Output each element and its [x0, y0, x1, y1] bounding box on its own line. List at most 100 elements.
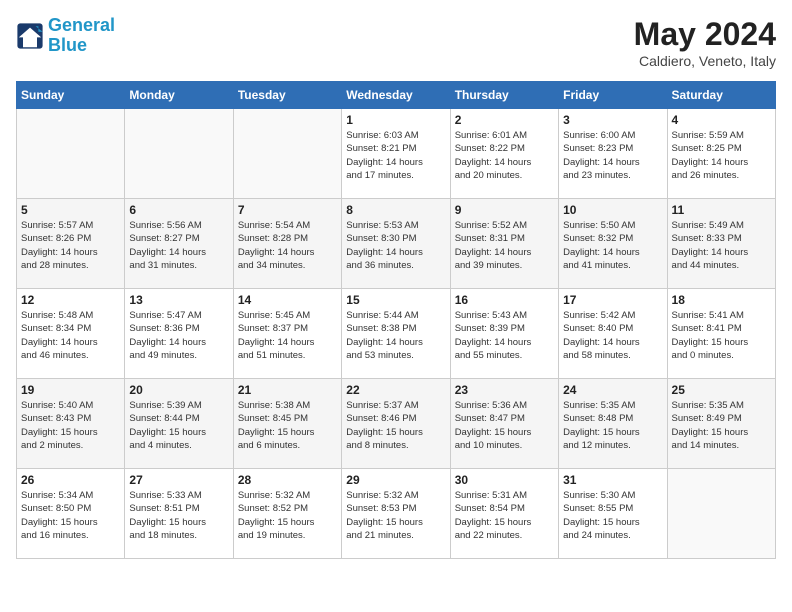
- day-info: Sunrise: 5:32 AM Sunset: 8:52 PM Dayligh…: [238, 489, 337, 542]
- calendar-cell: 3 Sunrise: 6:00 AM Sunset: 8:23 PM Daylig…: [559, 109, 667, 199]
- day-number: 14: [238, 293, 337, 307]
- day-info: Sunrise: 5:56 AM Sunset: 8:27 PM Dayligh…: [129, 219, 228, 272]
- day-info: Sunrise: 5:54 AM Sunset: 8:28 PM Dayligh…: [238, 219, 337, 272]
- day-number: 5: [21, 203, 120, 217]
- day-number: 1: [346, 113, 445, 127]
- calendar-cell: 14 Sunrise: 5:45 AM Sunset: 8:37 PM Dayli…: [233, 289, 341, 379]
- day-number: 18: [672, 293, 771, 307]
- weekday-header: Saturday: [667, 82, 775, 109]
- calendar-cell: 22 Sunrise: 5:37 AM Sunset: 8:46 PM Dayli…: [342, 379, 450, 469]
- day-info: Sunrise: 5:35 AM Sunset: 8:48 PM Dayligh…: [563, 399, 662, 452]
- calendar-cell: 2 Sunrise: 6:01 AM Sunset: 8:22 PM Daylig…: [450, 109, 558, 199]
- weekday-header: Thursday: [450, 82, 558, 109]
- day-info: Sunrise: 5:39 AM Sunset: 8:44 PM Dayligh…: [129, 399, 228, 452]
- day-number: 8: [346, 203, 445, 217]
- day-info: Sunrise: 6:00 AM Sunset: 8:23 PM Dayligh…: [563, 129, 662, 182]
- day-number: 28: [238, 473, 337, 487]
- day-info: Sunrise: 5:41 AM Sunset: 8:41 PM Dayligh…: [672, 309, 771, 362]
- calendar-cell: [125, 109, 233, 199]
- day-number: 20: [129, 383, 228, 397]
- day-info: Sunrise: 5:50 AM Sunset: 8:32 PM Dayligh…: [563, 219, 662, 272]
- day-info: Sunrise: 5:38 AM Sunset: 8:45 PM Dayligh…: [238, 399, 337, 452]
- calendar-header: SundayMondayTuesdayWednesdayThursdayFrid…: [17, 82, 776, 109]
- calendar-week-row: 26Sunrise: 5:34 AM Sunset: 8:50 PM Dayli…: [17, 469, 776, 559]
- calendar-cell: [233, 109, 341, 199]
- day-info: Sunrise: 5:30 AM Sunset: 8:55 PM Dayligh…: [563, 489, 662, 542]
- calendar-week-row: 5Sunrise: 5:57 AM Sunset: 8:26 PM Daylig…: [17, 199, 776, 289]
- calendar-cell: [17, 109, 125, 199]
- calendar-cell: 28 Sunrise: 5:32 AM Sunset: 8:52 PM Dayli…: [233, 469, 341, 559]
- day-info: Sunrise: 5:35 AM Sunset: 8:49 PM Dayligh…: [672, 399, 771, 452]
- day-info: Sunrise: 6:01 AM Sunset: 8:22 PM Dayligh…: [455, 129, 554, 182]
- day-number: 19: [21, 383, 120, 397]
- day-info: Sunrise: 5:42 AM Sunset: 8:40 PM Dayligh…: [563, 309, 662, 362]
- calendar-cell: 13Sunrise: 5:47 AM Sunset: 8:36 PM Dayli…: [125, 289, 233, 379]
- day-number: 23: [455, 383, 554, 397]
- day-number: 7: [238, 203, 337, 217]
- day-info: Sunrise: 5:45 AM Sunset: 8:37 PM Dayligh…: [238, 309, 337, 362]
- calendar-cell: 26Sunrise: 5:34 AM Sunset: 8:50 PM Dayli…: [17, 469, 125, 559]
- day-info: Sunrise: 5:32 AM Sunset: 8:53 PM Dayligh…: [346, 489, 445, 542]
- weekday-header: Sunday: [17, 82, 125, 109]
- location: Caldiero, Veneto, Italy: [634, 53, 776, 69]
- day-info: Sunrise: 5:36 AM Sunset: 8:47 PM Dayligh…: [455, 399, 554, 452]
- logo-icon: [16, 22, 44, 50]
- day-number: 12: [21, 293, 120, 307]
- weekday-header: Tuesday: [233, 82, 341, 109]
- page-header: General Blue May 2024 Caldiero, Veneto, …: [16, 16, 776, 69]
- calendar-cell: 6 Sunrise: 5:56 AM Sunset: 8:27 PM Daylig…: [125, 199, 233, 289]
- day-number: 27: [129, 473, 228, 487]
- day-number: 9: [455, 203, 554, 217]
- calendar-week-row: 12 Sunrise: 5:48 AM Sunset: 8:34 PM Dayli…: [17, 289, 776, 379]
- day-number: 22: [346, 383, 445, 397]
- day-info: Sunrise: 5:53 AM Sunset: 8:30 PM Dayligh…: [346, 219, 445, 272]
- day-info: Sunrise: 5:37 AM Sunset: 8:46 PM Dayligh…: [346, 399, 445, 452]
- calendar-cell: 4 Sunrise: 5:59 AM Sunset: 8:25 PM Daylig…: [667, 109, 775, 199]
- calendar-week-row: 19Sunrise: 5:40 AM Sunset: 8:43 PM Dayli…: [17, 379, 776, 469]
- day-number: 30: [455, 473, 554, 487]
- day-info: Sunrise: 5:49 AM Sunset: 8:33 PM Dayligh…: [672, 219, 771, 272]
- day-info: Sunrise: 5:59 AM Sunset: 8:25 PM Dayligh…: [672, 129, 771, 182]
- calendar-cell: 1 Sunrise: 6:03 AM Sunset: 8:21 PM Daylig…: [342, 109, 450, 199]
- day-info: Sunrise: 5:43 AM Sunset: 8:39 PM Dayligh…: [455, 309, 554, 362]
- calendar-cell: 10Sunrise: 5:50 AM Sunset: 8:32 PM Dayli…: [559, 199, 667, 289]
- calendar-cell: 7 Sunrise: 5:54 AM Sunset: 8:28 PM Daylig…: [233, 199, 341, 289]
- calendar-cell: 25 Sunrise: 5:35 AM Sunset: 8:49 PM Dayli…: [667, 379, 775, 469]
- day-number: 6: [129, 203, 228, 217]
- logo-text: General Blue: [48, 16, 115, 56]
- weekday-header: Monday: [125, 82, 233, 109]
- day-number: 17: [563, 293, 662, 307]
- logo: General Blue: [16, 16, 115, 56]
- day-number: 3: [563, 113, 662, 127]
- day-number: 29: [346, 473, 445, 487]
- calendar-cell: 24 Sunrise: 5:35 AM Sunset: 8:48 PM Dayli…: [559, 379, 667, 469]
- day-number: 2: [455, 113, 554, 127]
- calendar-cell: 23 Sunrise: 5:36 AM Sunset: 8:47 PM Dayli…: [450, 379, 558, 469]
- day-info: Sunrise: 5:47 AM Sunset: 8:36 PM Dayligh…: [129, 309, 228, 362]
- day-info: Sunrise: 5:31 AM Sunset: 8:54 PM Dayligh…: [455, 489, 554, 542]
- calendar-table: SundayMondayTuesdayWednesdayThursdayFrid…: [16, 81, 776, 559]
- day-number: 24: [563, 383, 662, 397]
- calendar-cell: 21 Sunrise: 5:38 AM Sunset: 8:45 PM Dayli…: [233, 379, 341, 469]
- day-info: Sunrise: 5:44 AM Sunset: 8:38 PM Dayligh…: [346, 309, 445, 362]
- day-info: Sunrise: 6:03 AM Sunset: 8:21 PM Dayligh…: [346, 129, 445, 182]
- weekday-header: Wednesday: [342, 82, 450, 109]
- calendar-cell: 19Sunrise: 5:40 AM Sunset: 8:43 PM Dayli…: [17, 379, 125, 469]
- calendar-cell: 17 Sunrise: 5:42 AM Sunset: 8:40 PM Dayli…: [559, 289, 667, 379]
- day-number: 11: [672, 203, 771, 217]
- day-info: Sunrise: 5:33 AM Sunset: 8:51 PM Dayligh…: [129, 489, 228, 542]
- calendar-cell: 15 Sunrise: 5:44 AM Sunset: 8:38 PM Dayli…: [342, 289, 450, 379]
- calendar-cell: 5Sunrise: 5:57 AM Sunset: 8:26 PM Daylig…: [17, 199, 125, 289]
- calendar-week-row: 1 Sunrise: 6:03 AM Sunset: 8:21 PM Daylig…: [17, 109, 776, 199]
- day-number: 25: [672, 383, 771, 397]
- calendar-cell: 12 Sunrise: 5:48 AM Sunset: 8:34 PM Dayli…: [17, 289, 125, 379]
- calendar-cell: 16Sunrise: 5:43 AM Sunset: 8:39 PM Dayli…: [450, 289, 558, 379]
- calendar-cell: 30 Sunrise: 5:31 AM Sunset: 8:54 PM Dayli…: [450, 469, 558, 559]
- calendar-cell: 8 Sunrise: 5:53 AM Sunset: 8:30 PM Daylig…: [342, 199, 450, 289]
- day-number: 4: [672, 113, 771, 127]
- weekday-header: Friday: [559, 82, 667, 109]
- day-number: 21: [238, 383, 337, 397]
- calendar-cell: 31Sunrise: 5:30 AM Sunset: 8:55 PM Dayli…: [559, 469, 667, 559]
- day-info: Sunrise: 5:48 AM Sunset: 8:34 PM Dayligh…: [21, 309, 120, 362]
- day-number: 15: [346, 293, 445, 307]
